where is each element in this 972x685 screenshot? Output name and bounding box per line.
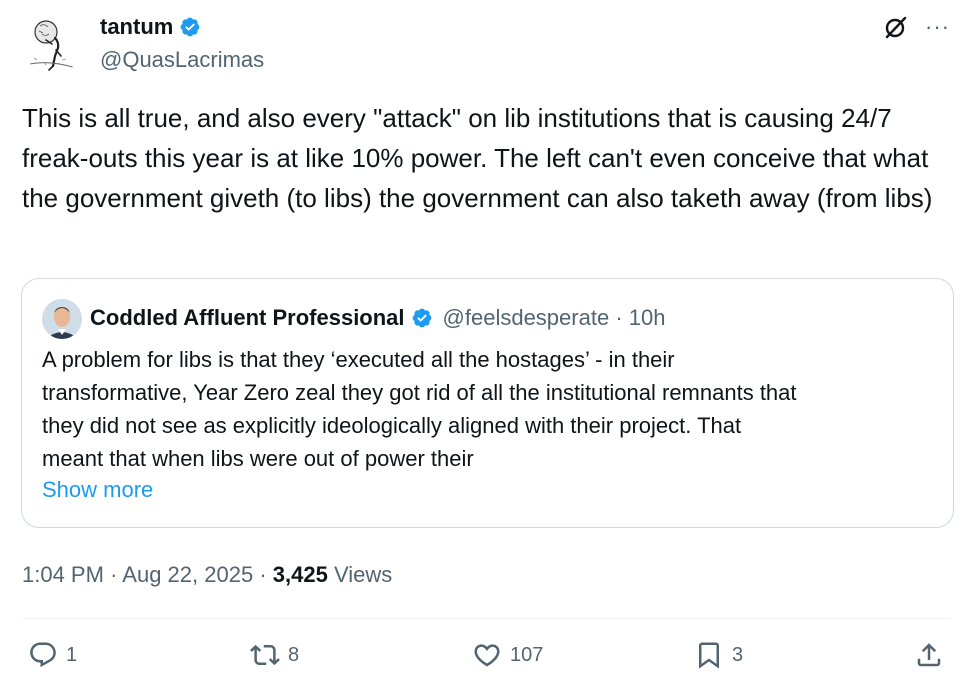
quote-text-line: they did not see as explicitly ideologic… bbox=[42, 413, 742, 438]
verified-badge-icon bbox=[180, 17, 200, 37]
divider bbox=[22, 618, 950, 619]
quote-meta-separator: · bbox=[615, 305, 623, 330]
tweet-date[interactable]: Aug 22, 2025 bbox=[122, 562, 253, 587]
quote-header: Coddled Affluent Professional @feelsdesp… bbox=[90, 305, 665, 331]
author-handle[interactable]: @QuasLacrimas bbox=[100, 47, 264, 73]
action-bar: 1 8 107 3 bbox=[0, 640, 972, 680]
views-count: 3,425 bbox=[272, 562, 328, 587]
share-button[interactable] bbox=[914, 640, 944, 670]
quote-author-name[interactable]: Coddled Affluent Professional bbox=[90, 305, 405, 331]
tweet-time[interactable]: 1:04 PM bbox=[22, 562, 104, 587]
tweet-text: This is all true, and also every "attack… bbox=[22, 103, 936, 213]
views-label: Views bbox=[333, 562, 393, 587]
repost-count: 8 bbox=[288, 643, 300, 666]
reply-icon bbox=[30, 642, 56, 668]
heart-icon bbox=[474, 644, 500, 667]
author-avatar[interactable] bbox=[22, 12, 84, 74]
verified-badge-icon bbox=[412, 308, 431, 328]
sisyphus-sketch-avatar-icon bbox=[22, 12, 84, 74]
grok-icon[interactable] bbox=[883, 14, 909, 40]
man-portrait-avatar-icon bbox=[42, 299, 82, 339]
quote-author-handle[interactable]: @feelsdesperate bbox=[443, 305, 610, 330]
more-options-icon[interactable]: ··· bbox=[925, 14, 950, 40]
share-icon bbox=[917, 643, 941, 667]
quote-timestamp[interactable]: 10h bbox=[629, 305, 666, 330]
quote-text-line: transformative, Year Zero zeal they got … bbox=[42, 380, 797, 405]
tweet-meta: 1:04 PM · Aug 22, 2025 · 3,425 Views bbox=[22, 562, 392, 588]
like-button[interactable]: 107 bbox=[472, 640, 543, 670]
author-name-row[interactable]: tantum bbox=[100, 14, 201, 40]
quote-author-avatar[interactable] bbox=[42, 299, 82, 339]
meta-separator: · bbox=[110, 562, 118, 587]
bookmark-count: 3 bbox=[732, 643, 744, 666]
quote-text: A problem for libs is that they ‘execute… bbox=[42, 343, 942, 475]
reply-count: 1 bbox=[66, 643, 78, 666]
header-actions: ··· bbox=[883, 14, 950, 40]
reply-button[interactable]: 1 bbox=[28, 640, 77, 670]
meta-separator: · bbox=[259, 562, 267, 587]
bookmark-icon bbox=[699, 642, 719, 669]
bookmark-button[interactable]: 3 bbox=[694, 640, 743, 670]
repost-button[interactable]: 8 bbox=[250, 640, 299, 670]
show-more-link[interactable]: Show more bbox=[42, 477, 153, 503]
repost-icon bbox=[250, 644, 280, 666]
author-name[interactable]: tantum bbox=[100, 14, 173, 40]
quote-text-line: A problem for libs is that they ‘execute… bbox=[42, 347, 675, 372]
like-count: 107 bbox=[510, 643, 544, 666]
quoted-tweet-card[interactable]: Coddled Affluent Professional @feelsdesp… bbox=[21, 278, 954, 528]
quote-text-line: meant that when libs were out of power t… bbox=[42, 446, 474, 471]
